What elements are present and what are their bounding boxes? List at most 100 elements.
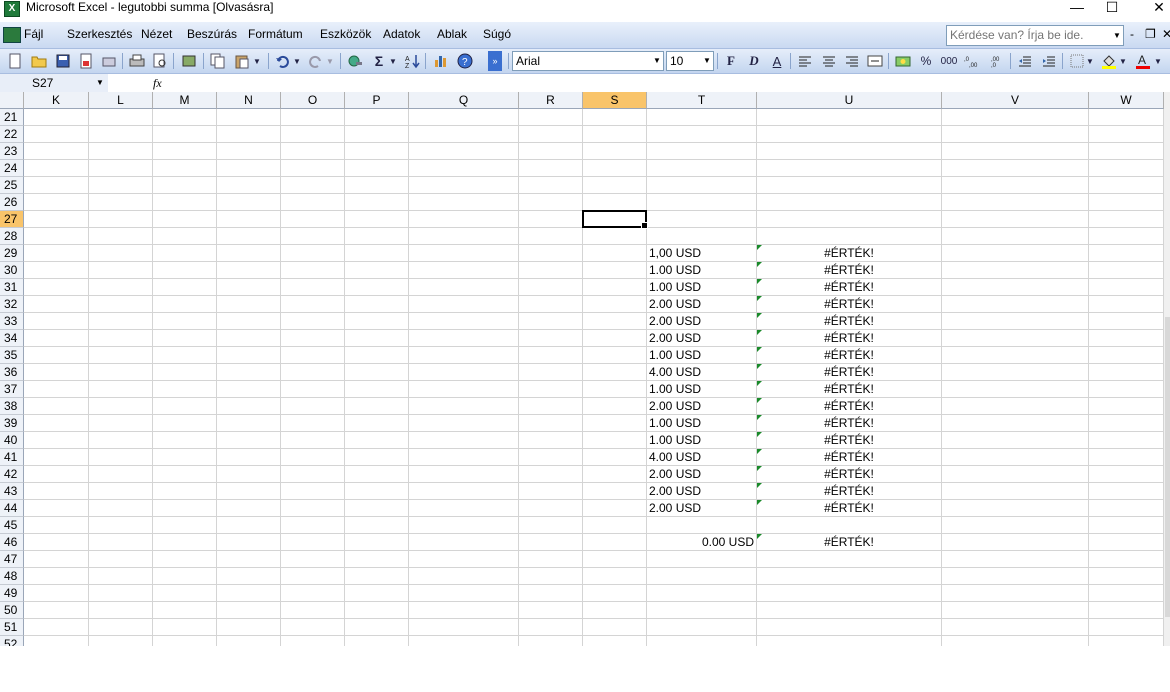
error-indicator-icon[interactable] [757, 245, 762, 250]
cell-s23[interactable] [583, 143, 647, 160]
cell-q26[interactable] [409, 194, 519, 211]
column-header-k[interactable]: K [24, 92, 89, 109]
cell-w38[interactable] [1089, 398, 1164, 415]
cell-o30[interactable] [281, 262, 345, 279]
cell-o25[interactable] [281, 177, 345, 194]
cell-t25[interactable] [647, 177, 757, 194]
cell-t50[interactable] [647, 602, 757, 619]
cell-v30[interactable] [942, 262, 1089, 279]
align-left-icon[interactable] [796, 52, 814, 70]
hyperlink-icon[interactable] [346, 52, 364, 70]
cell-t46[interactable]: 0.00 USD [647, 534, 757, 551]
cell-m45[interactable] [153, 517, 217, 534]
font-name-select[interactable]: Arial ▼ [512, 51, 664, 71]
cell-o45[interactable] [281, 517, 345, 534]
cell-t47[interactable] [647, 551, 757, 568]
redo-dropdown-icon[interactable]: ▼ [325, 52, 335, 70]
cell-u44[interactable]: #ÉRTÉK! [757, 500, 942, 517]
cell-t51[interactable] [647, 619, 757, 636]
cell-u48[interactable] [757, 568, 942, 585]
cell-w24[interactable] [1089, 160, 1164, 177]
cell-m51[interactable] [153, 619, 217, 636]
cell-t30[interactable]: 1.00 USD [647, 262, 757, 279]
paste-dropdown-icon[interactable]: ▼ [252, 52, 262, 70]
cell-n33[interactable] [217, 313, 281, 330]
cell-o48[interactable] [281, 568, 345, 585]
cell-l35[interactable] [89, 347, 153, 364]
worksheet-grid[interactable]: K L M N O P Q R S T U V W 21 22 23 24 25 26 27 28 29 1,00 USD #… [0, 92, 1164, 646]
menu-window[interactable]: Ablak [437, 27, 467, 41]
cell-n22[interactable] [217, 126, 281, 143]
row-header-36[interactable]: 36 [0, 364, 24, 381]
row-header-41[interactable]: 41 [0, 449, 24, 466]
cell-k32[interactable] [24, 296, 89, 313]
cell-q51[interactable] [409, 619, 519, 636]
cell-s32[interactable] [583, 296, 647, 313]
row-header-27[interactable]: 27 [0, 211, 24, 228]
cell-v50[interactable] [942, 602, 1089, 619]
redo-icon[interactable] [306, 52, 324, 70]
autosum-icon[interactable]: Σ [370, 52, 388, 70]
cell-w37[interactable] [1089, 381, 1164, 398]
cell-n40[interactable] [217, 432, 281, 449]
cell-o28[interactable] [281, 228, 345, 245]
cell-n47[interactable] [217, 551, 281, 568]
fill-handle[interactable] [641, 222, 648, 229]
cell-n38[interactable] [217, 398, 281, 415]
cell-u51[interactable] [757, 619, 942, 636]
cell-o34[interactable] [281, 330, 345, 347]
cell-k27[interactable] [24, 211, 89, 228]
cell-v35[interactable] [942, 347, 1089, 364]
cell-p35[interactable] [345, 347, 409, 364]
toolbar-options-icon[interactable]: » [488, 51, 502, 71]
cell-r37[interactable] [519, 381, 583, 398]
cell-l23[interactable] [89, 143, 153, 160]
increase-indent-icon[interactable] [1040, 52, 1058, 70]
cell-n37[interactable] [217, 381, 281, 398]
cell-n27[interactable] [217, 211, 281, 228]
cell-p38[interactable] [345, 398, 409, 415]
cell-o52[interactable] [281, 636, 345, 646]
cell-l30[interactable] [89, 262, 153, 279]
cell-w46[interactable] [1089, 534, 1164, 551]
cell-n24[interactable] [217, 160, 281, 177]
cell-k41[interactable] [24, 449, 89, 466]
cell-w41[interactable] [1089, 449, 1164, 466]
cell-o37[interactable] [281, 381, 345, 398]
cell-w22[interactable] [1089, 126, 1164, 143]
cell-o50[interactable] [281, 602, 345, 619]
row-header-47[interactable]: 47 [0, 551, 24, 568]
error-indicator-icon[interactable] [757, 296, 762, 301]
cell-n42[interactable] [217, 466, 281, 483]
cell-q23[interactable] [409, 143, 519, 160]
cell-s40[interactable] [583, 432, 647, 449]
cell-u27[interactable] [757, 211, 942, 228]
cell-m22[interactable] [153, 126, 217, 143]
cell-q31[interactable] [409, 279, 519, 296]
error-indicator-icon[interactable] [757, 398, 762, 403]
cell-t41[interactable]: 4.00 USD [647, 449, 757, 466]
cell-q45[interactable] [409, 517, 519, 534]
row-header-23[interactable]: 23 [0, 143, 24, 160]
cell-p39[interactable] [345, 415, 409, 432]
cell-l46[interactable] [89, 534, 153, 551]
cell-m52[interactable] [153, 636, 217, 646]
cell-m21[interactable] [153, 109, 217, 126]
cell-p37[interactable] [345, 381, 409, 398]
cell-r33[interactable] [519, 313, 583, 330]
row-header-32[interactable]: 32 [0, 296, 24, 313]
cell-k44[interactable] [24, 500, 89, 517]
cell-m49[interactable] [153, 585, 217, 602]
cell-n50[interactable] [217, 602, 281, 619]
cell-w44[interactable] [1089, 500, 1164, 517]
cell-n21[interactable] [217, 109, 281, 126]
cell-l27[interactable] [89, 211, 153, 228]
cell-p32[interactable] [345, 296, 409, 313]
cell-t45[interactable] [647, 517, 757, 534]
cell-w45[interactable] [1089, 517, 1164, 534]
cell-m29[interactable] [153, 245, 217, 262]
cell-m48[interactable] [153, 568, 217, 585]
cell-p25[interactable] [345, 177, 409, 194]
cell-q25[interactable] [409, 177, 519, 194]
print-preview-icon[interactable] [151, 52, 169, 70]
